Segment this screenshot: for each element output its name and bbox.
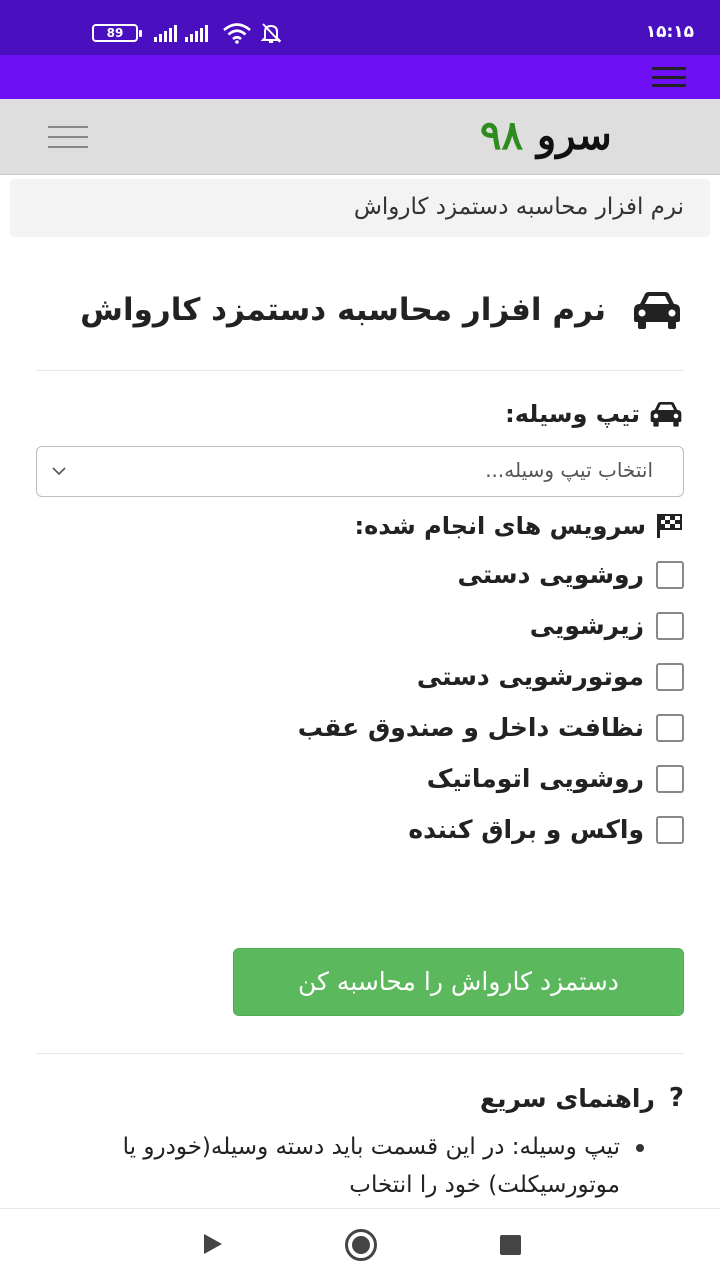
service-checkbox[interactable]: [656, 764, 684, 793]
logo-word-2: ۹۸: [480, 112, 523, 159]
services-label-row: سرویس های انجام شده:: [36, 512, 684, 540]
service-option[interactable]: نظافت داخل و صندوق عقب: [64, 713, 684, 742]
site-logo[interactable]: سرو ۹۸: [480, 112, 612, 159]
page-title: نرم افزار محاسبه دستمزد کارواش: [80, 292, 606, 328]
chevron-down-icon: [52, 467, 66, 476]
guide-item-text: تیپ وسیله: در این قسمت باید دسته وسیله(خ…: [122, 1134, 620, 1198]
flag-checkered-icon: [657, 514, 682, 538]
service-option[interactable]: روشویی اتوماتیک: [64, 764, 684, 793]
service-checkbox[interactable]: [656, 815, 684, 844]
battery-level: 89: [106, 26, 124, 40]
service-label: موتورشویی دستی: [416, 662, 644, 691]
service-label: روشویی اتوماتیک: [426, 764, 644, 793]
quick-guide-heading: ? راهنمای سریع: [36, 1083, 684, 1113]
status-bar: 89 ۱۵:۱۵: [0, 0, 720, 55]
home-nav-icon[interactable]: [345, 1229, 377, 1261]
app-top-bar: [0, 55, 720, 99]
title-divider: [36, 370, 684, 371]
logo-word-1: سرو: [536, 112, 612, 159]
service-option[interactable]: واکس و براق کننده: [64, 815, 684, 844]
guide-list-item: تیپ وسیله: در این قسمت باید دسته وسیله(خ…: [36, 1128, 666, 1204]
recent-apps-icon[interactable]: [500, 1235, 521, 1255]
service-checkbox[interactable]: [656, 560, 684, 589]
calculate-wage-button[interactable]: دستمزد کارواش را محاسبه کن: [233, 948, 684, 1016]
back-nav-icon[interactable]: [204, 1234, 222, 1254]
service-label: نظافت داخل و صندوق عقب: [297, 713, 644, 742]
wifi-icon: [223, 23, 251, 44]
service-option[interactable]: زیرشویی: [64, 611, 684, 640]
vehicle-type-select[interactable]: انتخاب تیپ وسیله...: [36, 446, 684, 497]
page-title-row: نرم افزار محاسبه دستمزد کارواش: [36, 290, 684, 330]
vehicle-type-select-value: انتخاب تیپ وسیله...: [485, 458, 653, 482]
app-menu-icon[interactable]: [652, 67, 686, 87]
vehicle-type-label: تیپ وسیله:: [505, 400, 640, 428]
service-option[interactable]: موتورشویی دستی: [64, 662, 684, 691]
service-label: واکس و براق کننده: [408, 815, 644, 844]
car-icon: [650, 402, 682, 427]
service-checkbox[interactable]: [656, 662, 684, 691]
breadcrumb: نرم افزار محاسبه دستمزد کارواش: [10, 179, 710, 237]
site-header: [0, 99, 720, 175]
bullet-icon: [636, 1144, 644, 1152]
site-menu-icon[interactable]: [48, 126, 88, 148]
service-option[interactable]: روشویی دستی: [64, 560, 684, 589]
section-divider: [36, 1053, 684, 1054]
service-label: زیرشویی: [529, 611, 644, 640]
car-icon: [634, 292, 680, 329]
quick-guide-title: راهنمای سریع: [480, 1083, 655, 1113]
signal-icon: [154, 24, 177, 42]
question-icon: ?: [668, 1083, 684, 1113]
service-checkbox[interactable]: [656, 713, 684, 742]
services-label: سرویس های انجام شده:: [354, 512, 646, 540]
service-checkbox[interactable]: [656, 611, 684, 640]
status-icons: 89: [92, 22, 282, 44]
battery-icon: 89: [92, 24, 142, 42]
service-label: روشویی دستی: [457, 560, 645, 589]
vehicle-type-label-row: تیپ وسیله:: [36, 400, 684, 428]
signal-icon: [185, 24, 208, 42]
clock: ۱۵:۱۵: [645, 22, 694, 42]
bell-off-icon: [260, 23, 282, 43]
